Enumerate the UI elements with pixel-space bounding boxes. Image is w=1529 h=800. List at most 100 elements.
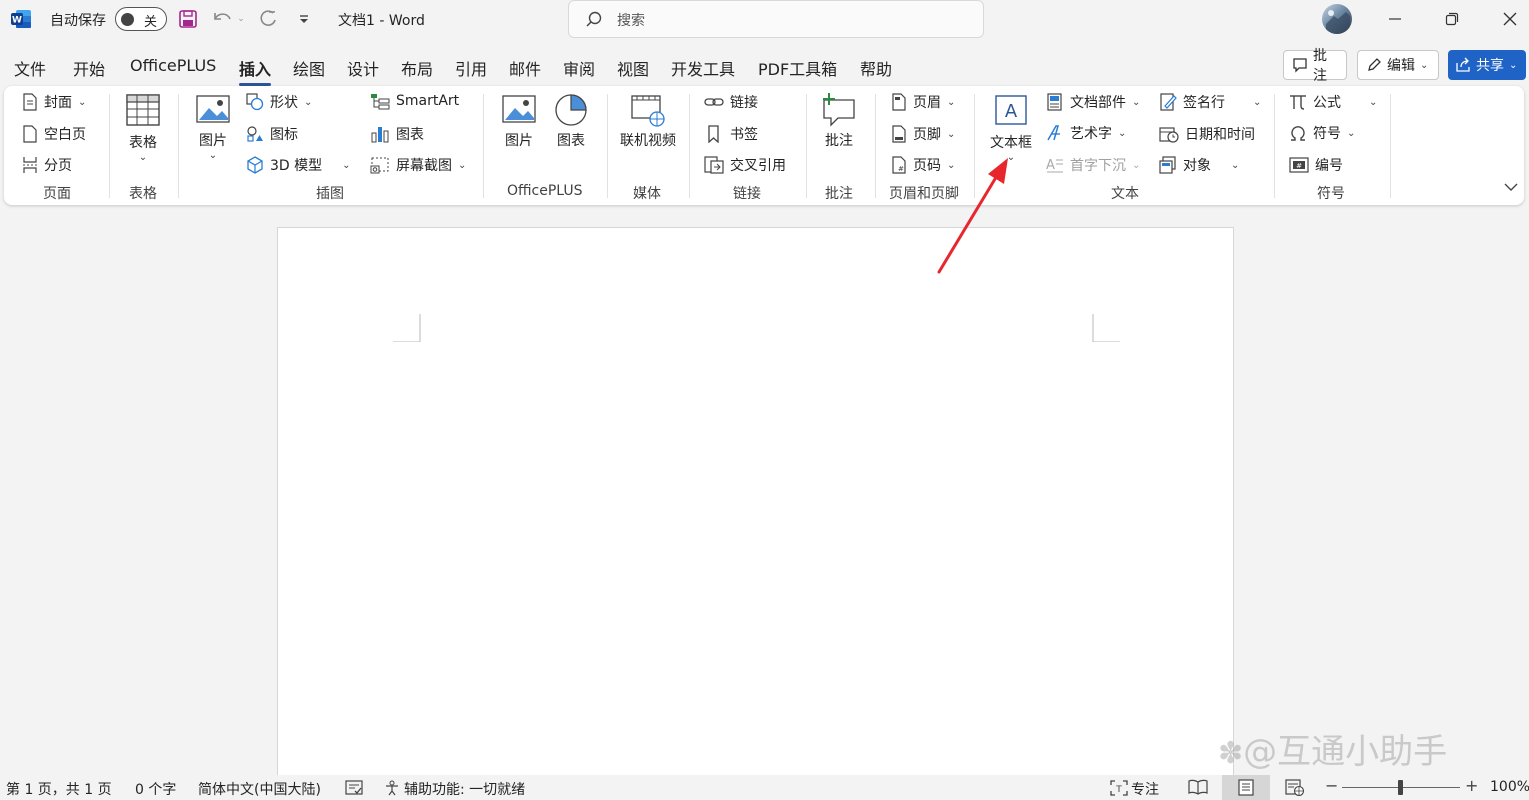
chevron-down-icon: ⌄ <box>342 159 351 171</box>
officeplus-picture-button[interactable]: 图片 <box>500 94 538 150</box>
date-time-button[interactable]: 日期和时间 <box>1159 124 1255 144</box>
undo-icon[interactable] <box>210 7 234 31</box>
search-box[interactable]: 搜索 <box>568 0 984 38</box>
screenshot-button[interactable]: 屏幕截图 ⌄ <box>370 155 466 175</box>
blank-page-button[interactable]: 空白页 <box>22 124 86 144</box>
tab-draw[interactable]: 绘图 <box>293 56 325 80</box>
tab-home[interactable]: 开始 <box>73 56 105 80</box>
shapes-button[interactable]: 形状 ⌄ <box>246 92 312 112</box>
focus-icon[interactable]: T <box>1110 780 1128 796</box>
minimize-button[interactable] <box>1380 6 1410 32</box>
tab-file[interactable]: 文件 <box>14 56 46 80</box>
focus-mode-label[interactable]: 专注 <box>1131 779 1159 799</box>
save-icon[interactable] <box>176 7 200 31</box>
drop-cap-button[interactable]: A 首字下沉 ⌄ <box>1046 155 1140 175</box>
signature-line-icon <box>1159 93 1177 111</box>
zoom-slider-thumb[interactable] <box>1398 780 1403 795</box>
search-placeholder: 搜索 <box>617 13 645 29</box>
zoom-out-button[interactable]: − <box>1325 776 1338 795</box>
quick-parts-button[interactable]: 文档部件 ⌄ <box>1046 92 1140 112</box>
footer-button[interactable]: 页脚 ⌄ <box>891 124 955 144</box>
proofing-icon[interactable] <box>345 780 363 796</box>
online-video-label: 联机视频 <box>620 133 676 149</box>
wordart-label: 艺术字 <box>1070 126 1112 142</box>
web-layout-icon[interactable] <box>1285 779 1305 796</box>
link-icon <box>704 93 724 111</box>
chart-button[interactable]: 图表 <box>370 124 424 144</box>
quick-parts-label: 文档部件 <box>1070 95 1126 111</box>
wordart-button[interactable]: 艺术字 ⌄ <box>1046 123 1126 143</box>
equation-label: 公式 <box>1313 95 1341 111</box>
page-count[interactable]: 第 1 页，共 1 页 <box>6 779 112 799</box>
footer-icon <box>891 125 907 143</box>
signature-line-button[interactable]: 签名行 ⌄ <box>1159 92 1261 112</box>
drop-cap-label: 首字下沉 <box>1070 158 1126 174</box>
table-button[interactable]: 表格 ⌄ <box>124 92 162 163</box>
editing-mode-button[interactable]: 编辑 ⌄ <box>1357 50 1439 80</box>
object-button[interactable]: 对象 ⌄ <box>1159 155 1239 175</box>
tab-developer[interactable]: 开发工具 <box>671 56 735 80</box>
cover-page-button[interactable]: 封面 ⌄ <box>22 92 86 112</box>
smartart-button[interactable]: SmartArt <box>370 92 459 110</box>
tab-help[interactable]: 帮助 <box>860 56 892 80</box>
pictures-label: 图片 <box>199 133 227 149</box>
icons-button[interactable]: 图标 <box>246 124 298 144</box>
annotation-arrow <box>930 150 1020 280</box>
redo-icon[interactable] <box>256 7 280 31</box>
tab-view[interactable]: 视图 <box>617 56 649 80</box>
zoom-in-button[interactable]: + <box>1465 776 1478 795</box>
read-mode-icon[interactable] <box>1188 779 1208 795</box>
signature-line-label: 签名行 <box>1183 95 1225 111</box>
pictures-button[interactable]: 图片 ⌄ <box>194 94 232 161</box>
page-break-button[interactable]: 分页 <box>22 155 72 175</box>
group-label-links: 链接 <box>733 186 761 202</box>
chevron-down-icon: ⌄ <box>1420 59 1429 71</box>
link-button[interactable]: 链接 <box>704 92 758 112</box>
collapse-ribbon-icon[interactable] <box>1504 182 1518 192</box>
tab-officeplus[interactable]: OfficePLUS <box>130 56 216 75</box>
restore-button[interactable] <box>1437 6 1467 32</box>
user-avatar[interactable] <box>1322 4 1352 34</box>
undo-dropdown-icon[interactable]: ⌄ <box>234 7 248 31</box>
tab-design[interactable]: 设计 <box>347 56 379 80</box>
title-bar: W 自动保存 关 ⌄ 文档1 - Word 搜索 <box>0 0 1529 40</box>
tab-references[interactable]: 引用 <box>455 56 487 80</box>
word-count[interactable]: 0 个字 <box>135 779 176 799</box>
share-button[interactable]: 共享 ⌄ <box>1448 50 1526 80</box>
bookmark-button[interactable]: 书签 <box>704 124 758 144</box>
accessibility-status[interactable]: 辅助功能: 一切就绪 <box>404 779 525 799</box>
zoom-level[interactable]: 100% <box>1490 779 1529 795</box>
online-video-button[interactable]: 联机视频 <box>617 94 679 150</box>
3d-models-button[interactable]: 3D 模型 ⌄ <box>246 155 351 175</box>
autosave-label: 自动保存 <box>50 13 106 29</box>
officeplus-chart-button[interactable]: 图表 <box>552 92 590 150</box>
new-comment-icon <box>820 92 858 128</box>
group-label-symbols: 符号 <box>1317 186 1345 202</box>
print-layout-button[interactable] <box>1222 775 1270 800</box>
footer-label: 页脚 <box>913 127 941 143</box>
new-comment-button[interactable]: 批注 <box>820 92 858 150</box>
group-label-pages: 页面 <box>43 186 71 202</box>
chart-label: 图表 <box>396 127 424 143</box>
tab-layout[interactable]: 布局 <box>401 56 433 80</box>
margin-mark-top-left <box>393 314 421 342</box>
tab-insert[interactable]: 插入 <box>239 56 272 86</box>
accessibility-icon[interactable] <box>384 780 402 796</box>
equation-button[interactable]: 公式 ⌄ <box>1289 92 1377 112</box>
symbol-button[interactable]: 符号 ⌄ <box>1289 123 1355 143</box>
close-button[interactable] <box>1495 6 1525 32</box>
language-indicator[interactable]: 简体中文(中国大陆) <box>198 779 321 799</box>
chevron-down-icon: ⌄ <box>947 96 956 108</box>
tab-review[interactable]: 审阅 <box>563 56 595 80</box>
tab-pdf-tools[interactable]: PDF工具箱 <box>758 56 837 80</box>
document-page[interactable] <box>277 227 1234 787</box>
cross-reference-button[interactable]: 交叉引用 <box>704 155 786 175</box>
numbering-button[interactable]: # 编号 <box>1289 155 1343 175</box>
screenshot-label: 屏幕截图 <box>396 158 452 174</box>
tab-mailings[interactable]: 邮件 <box>509 56 541 80</box>
autosave-toggle[interactable]: 关 <box>115 7 167 31</box>
header-button[interactable]: 页眉 ⌄ <box>891 92 955 112</box>
customize-toolbar-icon[interactable] <box>292 7 316 31</box>
group-separator <box>689 94 690 198</box>
comments-button[interactable]: 批注 <box>1283 48 1347 84</box>
